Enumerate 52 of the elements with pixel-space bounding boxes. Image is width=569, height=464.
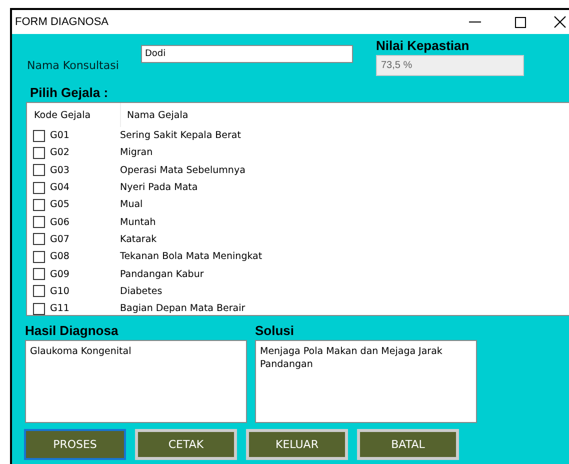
symptom-code: G10 — [50, 286, 70, 297]
consultant-name-field[interactable]: Dodi — [141, 45, 353, 63]
solution-label: Solusi — [255, 323, 296, 338]
symptom-code: G08 — [50, 251, 70, 262]
symptom-name: Katarak — [120, 234, 157, 245]
symptom-name: Tekanan Bola Mata Meningkat — [120, 251, 262, 262]
symptom-code: G09 — [50, 268, 70, 280]
column-header[interactable]: Kode Gejala — [27, 103, 121, 127]
certainty-field: 73,5 % — [376, 55, 524, 76]
checkbox[interactable] — [33, 302, 45, 315]
symptom-name: Bagian Depan Mata Berair — [120, 303, 246, 314]
symptom-code: G03 — [50, 164, 70, 176]
symptom-name: Migran — [120, 147, 153, 158]
symptom-name: Mual — [120, 199, 143, 210]
checkbox[interactable] — [33, 285, 45, 298]
symptom-code: G05 — [50, 199, 70, 210]
checkbox[interactable] — [33, 250, 45, 263]
symptom-name: Sering Sakit Kepala Berat — [120, 130, 241, 142]
solution-field[interactable]: Menjaga Pola Makan dan Mejaga Jarak Pandangan — [255, 340, 477, 423]
symptom-code: G06 — [50, 216, 70, 228]
checkbox[interactable] — [33, 268, 45, 280]
symptom-name: Operasi Mata Sebelumnya — [120, 164, 246, 176]
symptom-code: G01 — [50, 130, 70, 142]
symptom-code: G02 — [50, 147, 70, 158]
checkbox[interactable] — [33, 164, 45, 176]
checkbox[interactable] — [33, 216, 45, 228]
diagnosis-field[interactable]: Glaukoma Kongenital — [25, 340, 247, 423]
checkbox[interactable] — [33, 198, 45, 211]
column-header[interactable]: Nama Gejala — [121, 110, 188, 120]
symptom-name: Diabetes — [120, 286, 162, 297]
checkbox[interactable] — [33, 146, 45, 159]
checkbox[interactable] — [33, 233, 45, 246]
action-button[interactable]: PROSES — [24, 429, 126, 460]
consultant-name-label: Nama Konsultasi — [27, 59, 120, 74]
symptom-name: Pandangan Kabur — [120, 268, 204, 280]
symptom-name: Muntah — [120, 216, 156, 228]
symptom-code: G04 — [50, 182, 70, 194]
symptom-code: G07 — [50, 234, 70, 245]
certainty-label: Nilai Kepastian — [376, 38, 470, 53]
maximize-icon[interactable] — [515, 17, 526, 28]
minimize-icon[interactable] — [469, 21, 481, 23]
symptom-name: Nyeri Pada Mata — [120, 182, 198, 194]
action-button[interactable]: BATAL — [357, 429, 459, 460]
symptom-code: G11 — [50, 303, 70, 314]
diagnosis-label: Hasil Diagnosa — [25, 323, 120, 338]
close-icon[interactable] — [554, 16, 566, 28]
action-button[interactable]: CETAK — [135, 429, 237, 460]
action-button[interactable]: KELUAR — [246, 429, 348, 460]
symptoms-label: Pilih Gejala : — [30, 85, 110, 102]
checkbox[interactable] — [33, 182, 45, 194]
window-title: FORM DIAGNOSA — [15, 16, 109, 28]
checkbox[interactable] — [33, 130, 45, 142]
